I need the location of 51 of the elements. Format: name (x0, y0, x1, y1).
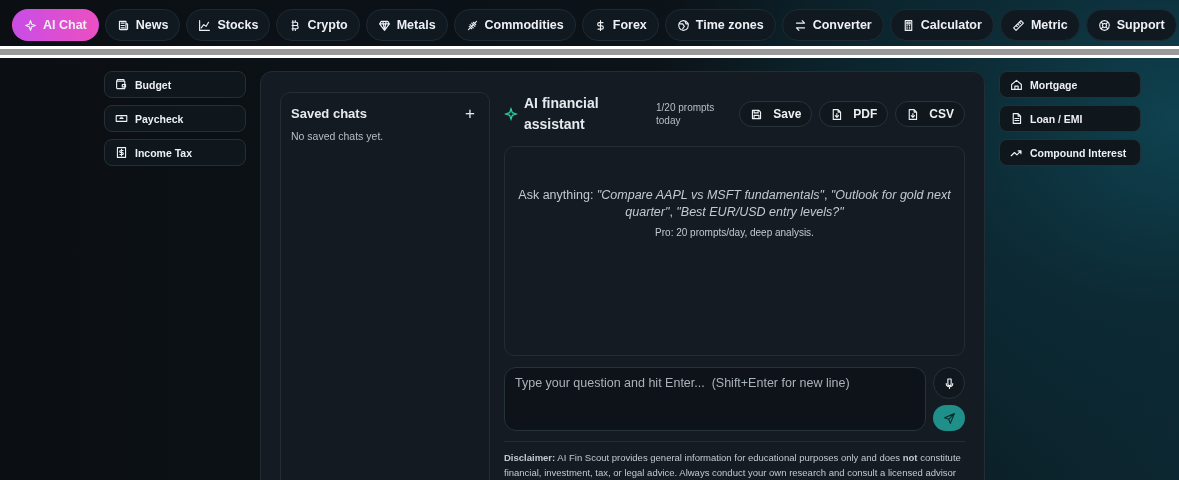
nav-tab[interactable]: Metric (999, 9, 1080, 41)
nav-tab[interactable]: Commodities (453, 9, 576, 41)
plan-note: Pro: 20 prompts/day, deep analysis. (655, 227, 814, 238)
sidebar-item[interactable]: Paycheck (104, 105, 246, 132)
ruler-icon (1011, 18, 1025, 32)
arrows-icon (793, 18, 807, 32)
document-icon (1010, 112, 1023, 125)
nav-tab[interactable]: Support (1085, 9, 1177, 41)
sparkle-icon (504, 107, 518, 121)
action-button[interactable]: CSV (895, 101, 965, 127)
nav-tab[interactable]: Time zones (664, 9, 776, 41)
bitcoin-icon (288, 18, 302, 32)
sidebar-item[interactable]: Compound Interest (999, 139, 1141, 166)
newspaper-icon (116, 18, 130, 32)
action-button[interactable]: PDF (819, 101, 889, 127)
nav-tab[interactable]: Stocks (186, 9, 271, 41)
floppy-icon (750, 107, 764, 121)
nav-tab[interactable]: Converter (781, 9, 884, 41)
sidebar-item[interactable]: Loan / EMI (999, 105, 1141, 132)
lifebuoy-icon (1097, 18, 1111, 32)
chat-title: AI financial assistant (524, 94, 600, 134)
file-download-icon (906, 107, 920, 121)
line-chart-icon (198, 18, 212, 32)
globe-icon (676, 18, 690, 32)
nav-tab[interactable]: News (104, 9, 181, 41)
file-download-icon (830, 107, 844, 121)
add-button[interactable]: + (461, 105, 479, 122)
nav-tab[interactable]: Crypto (276, 9, 360, 41)
sidebar-item[interactable]: Income Tax (104, 139, 246, 166)
empty-text: No saved chats yet. (291, 130, 385, 142)
disclaimer-text: Disclaimer: AI Fin Scout provides general information for educational purposes only and does not constitute financial, investment, tax, or legal advice. Always conduct your own research and consult a licensed advisor (504, 441, 965, 480)
usage-text: 1/20 prompts today (656, 101, 716, 127)
house-icon (1010, 78, 1023, 91)
question-field[interactable]: Type your question and hit Enter... (Shift+Enter for new line) (504, 367, 926, 431)
sparkle-icon (24, 18, 37, 32)
send-icon (942, 411, 956, 425)
receipt-icon (115, 146, 128, 159)
nav-tab[interactable]: Forex (581, 9, 659, 41)
sidebar-item[interactable]: Budget (104, 71, 246, 98)
gem-icon (377, 18, 391, 32)
microphone-button[interactable] (933, 367, 965, 399)
banknote-icon (115, 112, 128, 125)
action-button[interactable]: Save (739, 101, 813, 127)
nav-tab[interactable]: Calculator (889, 9, 994, 41)
panel-title: Saved chats (291, 106, 367, 121)
sidebar-item[interactable]: Mortgage (999, 71, 1141, 98)
chain-icon (465, 18, 479, 32)
wallet-icon (115, 78, 128, 91)
send-button[interactable] (933, 405, 965, 431)
nav-tab[interactable]: Metals (365, 9, 448, 41)
intro-text: Ask anything: "Compare AAPL vs MSFT fundamentals", "Outlook for gold next quarter", "Best EUR/USD entry levels?" (517, 187, 952, 221)
